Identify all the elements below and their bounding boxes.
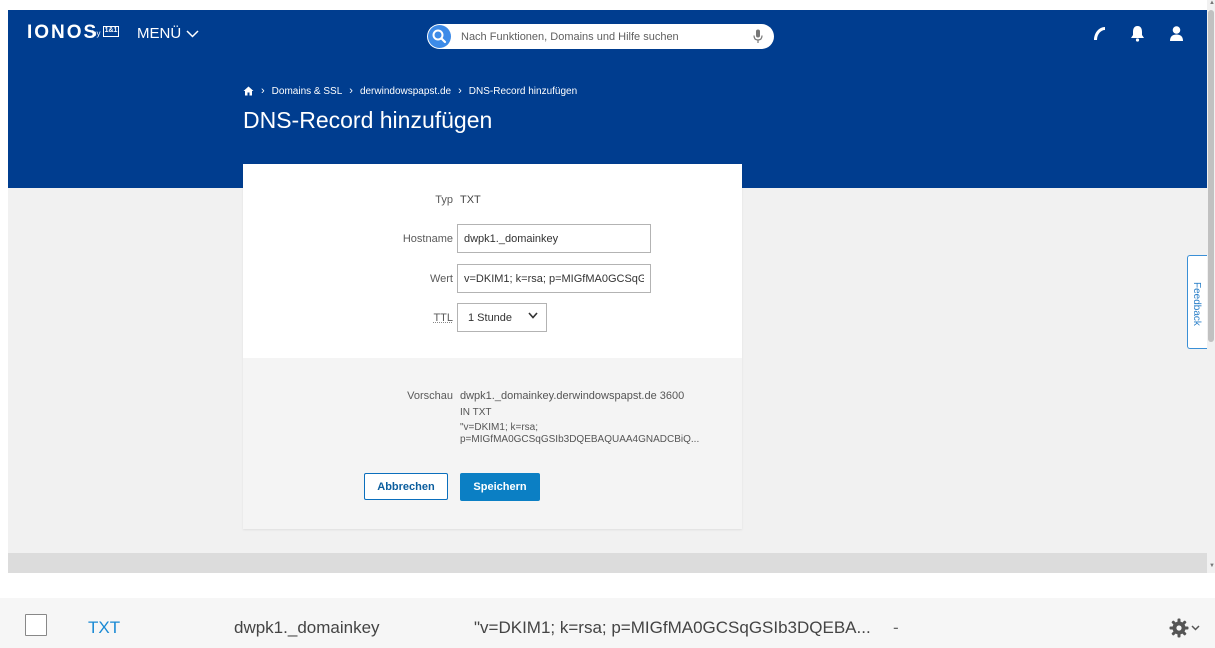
breadcrumb-separator: › [458,85,462,97]
feedback-tab[interactable]: Feedback [1187,255,1207,349]
record-type-link[interactable]: TXT [88,618,120,638]
microphone-icon[interactable] [753,29,763,44]
dns-record-form-card: Typ TXT Hostname Wert TTL 1 Stunde Vorsc… [243,164,742,529]
scrollbar[interactable]: ▲ ▼ [1207,0,1215,573]
gear-icon [1169,618,1189,638]
type-value: TXT [460,194,481,206]
preview-line-4: p=MIGfMA0GCSqGSIb3DQEBAQUAA4GNADCBiQ... [460,434,700,445]
breadcrumb: › Domains & SSL › derwindowspapst.de › D… [243,85,577,97]
phone-icon[interactable] [1091,25,1108,42]
record-extra: - [893,618,899,637]
value-label: Wert [429,273,453,285]
preview-line-3: "v=DKIM1; k=rsa; [460,422,539,433]
content-divider [8,553,1207,573]
save-button[interactable]: Speichern [460,473,540,501]
chevron-down-icon [1191,625,1200,631]
search-input[interactable] [461,27,751,46]
breadcrumb-separator: › [261,85,265,97]
bell-icon[interactable] [1130,25,1145,42]
breadcrumb-separator: › [349,85,353,97]
search-icon[interactable] [428,25,451,48]
scroll-down-arrow[interactable]: ▼ [1209,563,1215,569]
search-bar[interactable] [427,24,774,49]
breadcrumb-item-current: DNS-Record hinzufügen [468,85,578,97]
scroll-up-arrow[interactable]: ▲ [1209,0,1215,6]
preview-section: Vorschau dwpk1._domainkey.derwindowspaps… [243,358,742,529]
row-actions-menu[interactable] [1169,618,1200,638]
preview-line-2: IN TXT [460,407,492,418]
dns-record-row: TXT dwpk1._domainkey "v=DKIM1; k=rsa; p=… [0,598,1215,648]
ionos-logo[interactable]: IONOS [27,22,98,44]
preview-label: Vorschau [407,390,453,402]
row-checkbox[interactable] [25,614,47,636]
menu-button[interactable]: MENÜ [137,25,199,42]
browser-viewport: IONOS by 1&1 MENÜ › Domains & SSL › derw… [8,10,1207,573]
scrollbar-thumb[interactable] [1208,10,1214,342]
ttl-selected-value: 1 Stunde [468,311,513,324]
hostname-label: Hostname [402,233,453,245]
logo-1und1-badge: 1&1 [103,26,119,37]
preview-line-1: dwpk1._domainkey.derwindowspapst.de 3600 [460,390,685,402]
ttl-select[interactable]: 1 Stunde [457,303,547,332]
cancel-button[interactable]: Abbrechen [364,473,448,500]
user-icon[interactable] [1169,25,1184,42]
breadcrumb-item-domain[interactable]: derwindowspapst.de [360,86,451,97]
feedback-label: Feedback [1191,282,1202,326]
type-label: Typ [435,194,453,206]
breadcrumb-item-domains[interactable]: Domains & SSL [272,86,343,97]
ttl-label: TTL [433,312,453,324]
hostname-input[interactable] [457,224,651,253]
logo-by-text: by [92,29,101,38]
chevron-down-icon [528,312,538,319]
menu-label: MENÜ [137,25,182,42]
home-icon[interactable] [243,86,254,96]
record-host: dwpk1._domainkey [234,618,380,637]
chevron-down-icon [186,29,199,38]
record-value: "v=DKIM1; k=rsa; p=MIGfMA0GCSqGSIb3DQEBA… [474,618,871,637]
page-title: DNS-Record hinzufügen [243,107,493,133]
value-input[interactable] [457,264,651,293]
top-navigation-bar: IONOS by 1&1 MENÜ [8,10,1207,57]
